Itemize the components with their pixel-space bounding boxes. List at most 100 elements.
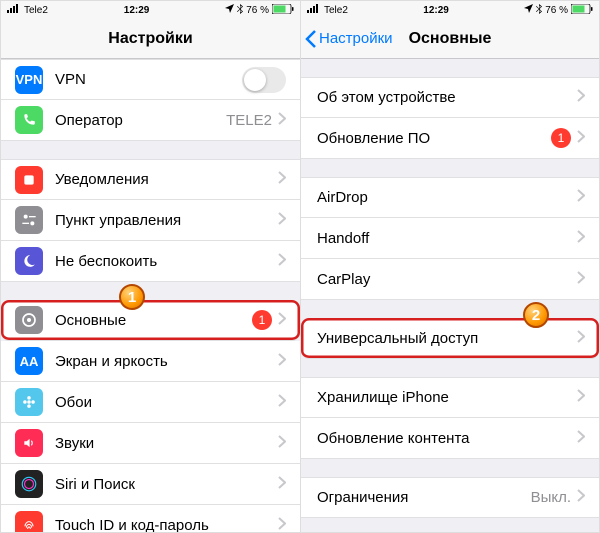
row-label: Не беспокоить [55, 253, 278, 270]
flower-icon [15, 388, 43, 416]
page-title: Настройки [1, 30, 300, 48]
row-label: Хранилище iPhone [317, 389, 577, 406]
chevron-right-icon [278, 112, 286, 129]
time-label: 12:29 [124, 5, 150, 16]
row-sounds[interactable]: Звуки [1, 423, 300, 464]
vpn-toggle[interactable] [242, 67, 286, 93]
chevron-right-icon [577, 389, 585, 406]
update-badge: 1 [551, 128, 571, 148]
row-wallpaper[interactable]: Обои [1, 382, 300, 423]
carrier-label: Tele2 [324, 5, 348, 16]
row-detail: TELE2 [226, 112, 272, 129]
battery-label: 76 % [545, 5, 568, 16]
row-label: CarPlay [317, 271, 577, 288]
nav-bar: Настройки [1, 19, 300, 59]
carrier-label: Tele2 [24, 5, 48, 16]
callout-marker-2: 2 [523, 302, 549, 328]
chevron-right-icon [278, 394, 286, 411]
chevron-right-icon [278, 312, 286, 329]
row-airdrop[interactable]: AirDrop [301, 177, 599, 218]
row-accessibility[interactable]: Универсальный доступ [301, 318, 599, 359]
row-about[interactable]: Об этом устройстве [301, 77, 599, 118]
battery-label: 76 % [246, 5, 269, 16]
row-notifications[interactable]: Уведомления [1, 159, 300, 200]
row-label: Обновление ПО [317, 130, 551, 147]
speaker-icon [15, 429, 43, 457]
chevron-right-icon [278, 253, 286, 270]
row-label: Siri и Поиск [55, 476, 278, 493]
row-label: VPN [55, 71, 242, 88]
notifications-icon [15, 166, 43, 194]
battery-icon [571, 4, 593, 17]
chevron-right-icon [577, 189, 585, 206]
row-carplay[interactable]: CarPlay [301, 259, 599, 300]
row-label: Основные [55, 312, 252, 329]
row-storage[interactable]: Хранилище iPhone [301, 377, 599, 418]
row-vpn[interactable]: VPN VPN [1, 59, 300, 100]
chevron-right-icon [577, 430, 585, 447]
row-general[interactable]: Основные 1 [1, 300, 300, 341]
row-touchid[interactable]: Touch ID и код-пароль [1, 505, 300, 532]
row-dnd[interactable]: Не беспокоить [1, 241, 300, 282]
chevron-right-icon [577, 230, 585, 247]
chevron-right-icon [577, 89, 585, 106]
vpn-icon: VPN [15, 66, 43, 94]
back-label: Настройки [319, 30, 393, 47]
signal-icon [7, 4, 21, 16]
moon-icon [15, 247, 43, 275]
row-siri[interactable]: Siri и Поиск [1, 464, 300, 505]
row-label: Экран и яркость [55, 353, 278, 370]
chevron-right-icon [577, 271, 585, 288]
settings-screen: Tele2 12:29 76 % Настройки [1, 1, 300, 532]
signal-icon [307, 4, 321, 16]
time-label: 12:29 [423, 5, 449, 16]
chevron-right-icon [278, 517, 286, 533]
battery-icon [272, 4, 294, 17]
row-label: Обои [55, 394, 278, 411]
row-display[interactable]: AA Экран и яркость [1, 341, 300, 382]
row-carrier[interactable]: Оператор TELE2 [1, 100, 300, 141]
row-software-update[interactable]: Обновление ПО 1 [301, 118, 599, 159]
chevron-right-icon [278, 435, 286, 452]
gear-icon [15, 306, 43, 334]
chevron-right-icon [577, 130, 585, 147]
row-label: AirDrop [317, 189, 577, 206]
chevron-left-icon [305, 30, 317, 48]
chevron-right-icon [278, 353, 286, 370]
display-icon: AA [15, 347, 43, 375]
row-restrictions[interactable]: Ограничения Выкл. [301, 477, 599, 518]
row-label: Оператор [55, 112, 226, 129]
row-label: Звуки [55, 435, 278, 452]
status-bar: Tele2 12:29 76 % [1, 1, 300, 19]
status-bar: Tele2 12:29 76 % [301, 1, 599, 19]
row-label: Ограничения [317, 489, 531, 506]
row-background-refresh[interactable]: Обновление контента [301, 418, 599, 459]
row-label: Обновление контента [317, 430, 577, 447]
row-label: Уведомления [55, 171, 278, 188]
row-detail: Выкл. [531, 489, 571, 506]
callout-marker-1: 1 [119, 284, 145, 310]
phone-icon [15, 106, 43, 134]
row-label: Об этом устройстве [317, 89, 577, 106]
row-label: Универсальный доступ [317, 330, 577, 347]
nav-bar: Настройки Основные [301, 19, 599, 59]
bluetooth-icon [237, 4, 243, 17]
update-badge: 1 [252, 310, 272, 330]
chevron-right-icon [278, 171, 286, 188]
back-button[interactable]: Настройки [301, 30, 393, 48]
chevron-right-icon [577, 489, 585, 506]
row-handoff[interactable]: Handoff [301, 218, 599, 259]
chevron-right-icon [577, 330, 585, 347]
location-icon [524, 4, 533, 16]
chevron-right-icon [278, 212, 286, 229]
row-label: Пункт управления [55, 212, 278, 229]
row-control-center[interactable]: Пункт управления [1, 200, 300, 241]
siri-icon [15, 470, 43, 498]
row-label: Touch ID и код-пароль [55, 517, 278, 533]
location-icon [225, 4, 234, 16]
fingerprint-icon [15, 511, 43, 532]
bluetooth-icon [536, 4, 542, 17]
control-center-icon [15, 206, 43, 234]
row-label: Handoff [317, 230, 577, 247]
chevron-right-icon [278, 476, 286, 493]
